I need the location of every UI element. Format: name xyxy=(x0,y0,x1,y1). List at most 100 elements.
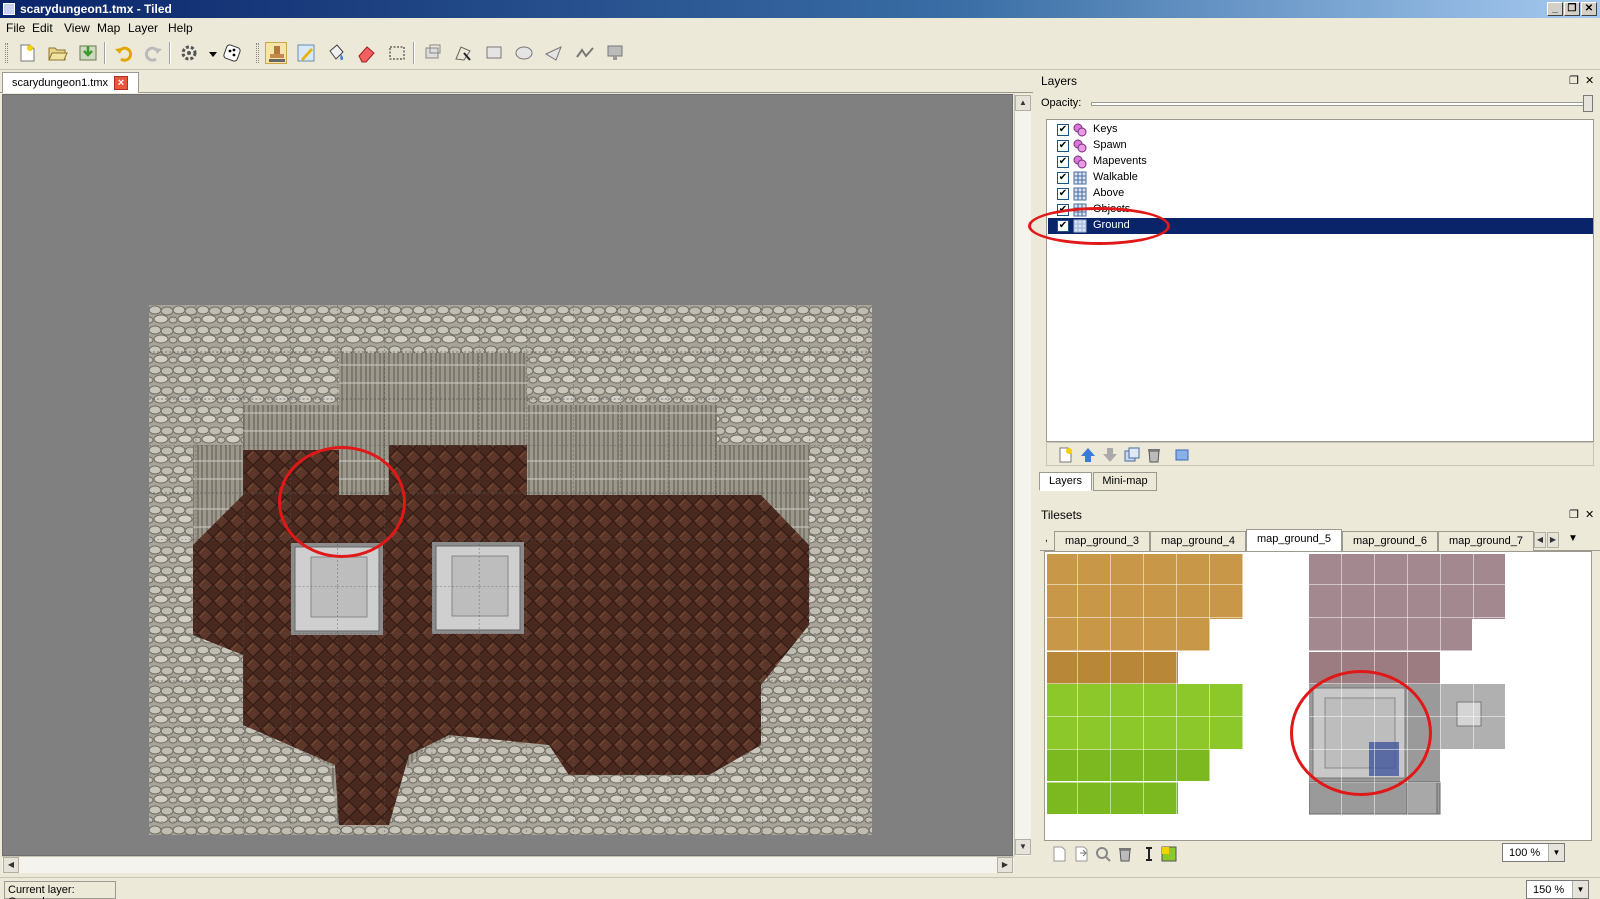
layer-visibility-checkbox[interactable]: ✔ xyxy=(1057,204,1069,216)
object-layer-icon xyxy=(1073,155,1087,169)
duplicate-layer-icon[interactable] xyxy=(1123,446,1141,464)
tab-scarydungeon1[interactable]: scarydungeon1.tmx × xyxy=(2,72,139,93)
tileset-toolbar: 100 % ▼ xyxy=(1044,843,1592,865)
select-objects-icon[interactable] xyxy=(422,42,444,64)
minimize-button[interactable]: _ xyxy=(1547,2,1563,16)
layer-row-mapevents[interactable]: ✔ Mapevents xyxy=(1048,154,1593,170)
new-icon[interactable] xyxy=(16,42,38,64)
commands-icon[interactable] xyxy=(180,42,202,64)
delete-tileset-icon[interactable] xyxy=(1116,845,1134,863)
map-vertical-scrollbar[interactable]: ▲ ▼ xyxy=(1014,94,1031,856)
rectangle-select-icon[interactable] xyxy=(386,42,408,64)
tileset-zoom-value: 100 % xyxy=(1509,847,1541,859)
layer-visibility-checkbox[interactable]: ✔ xyxy=(1057,140,1069,152)
tile-layer-icon xyxy=(1073,187,1087,201)
scroll-left-button[interactable]: ◀ xyxy=(3,857,19,873)
delete-layer-icon[interactable] xyxy=(1145,446,1163,464)
terrain-brush-icon[interactable] xyxy=(295,42,317,64)
tab-map-ground-3[interactable]: map_ground_3 xyxy=(1054,531,1150,551)
layer-visibility-checkbox[interactable]: ✔ xyxy=(1057,124,1069,136)
layer-row-ground[interactable]: ✔ Ground xyxy=(1048,218,1593,234)
layer-name: Above xyxy=(1093,187,1125,199)
object-layer-icon xyxy=(1073,139,1087,153)
scroll-right-button[interactable]: ▶ xyxy=(997,857,1013,873)
show-hide-other-layers-icon[interactable] xyxy=(1173,446,1191,464)
menu-view[interactable]: View xyxy=(64,21,90,35)
tab-list-dropdown-icon[interactable]: ▼ xyxy=(1568,533,1578,544)
raise-layer-icon[interactable] xyxy=(1079,446,1097,464)
tab-layers[interactable]: Layers xyxy=(1039,472,1092,491)
layer-row-spawn[interactable]: ✔ Spawn xyxy=(1048,138,1593,154)
layer-visibility-checkbox[interactable]: ✔ xyxy=(1057,220,1069,232)
layer-row-keys[interactable]: ✔ Keys xyxy=(1048,122,1593,138)
tab-mini-map[interactable]: Mini-map xyxy=(1093,472,1157,491)
close-tab-icon[interactable]: × xyxy=(114,76,128,90)
tab-map-ground-7[interactable]: map_ground_7 xyxy=(1438,531,1534,551)
layers-list[interactable]: ✔ Keys ✔ Spawn ✔ Mapevents ✔ Walkable ✔ … xyxy=(1046,119,1594,442)
float-panel-icon[interactable]: ❐ xyxy=(1569,508,1579,521)
main-toolbar xyxy=(0,37,1600,70)
tab-map-ground-5[interactable]: map_ground_5 xyxy=(1246,529,1342,551)
eraser-icon[interactable] xyxy=(355,42,377,64)
document-tab-bar: scarydungeon1.tmx × xyxy=(0,71,1033,93)
close-window-button[interactable]: ✕ xyxy=(1581,2,1597,16)
tab-scroll-right-button[interactable]: ▶ xyxy=(1547,532,1559,548)
insert-polygon-icon[interactable] xyxy=(543,42,565,64)
edit-terrain-icon[interactable] xyxy=(1140,845,1158,863)
opacity-slider-handle[interactable] xyxy=(1583,95,1593,112)
layer-row-objects[interactable]: ✔ Objects xyxy=(1048,202,1593,218)
tileset-image[interactable] xyxy=(1045,552,1592,841)
new-tileset-icon[interactable] xyxy=(1050,845,1068,863)
insert-tile-icon[interactable] xyxy=(604,42,626,64)
tileset-zoom-select[interactable]: 100 % ▼ xyxy=(1502,843,1565,862)
toolbar-grip xyxy=(256,43,259,63)
layer-visibility-checkbox[interactable]: ✔ xyxy=(1057,188,1069,200)
menu-map[interactable]: Map xyxy=(97,21,120,35)
title-bar: scarydungeon1.tmx - Tiled _ ❐ ✕ xyxy=(0,0,1600,18)
tab-label: scarydungeon1.tmx xyxy=(12,77,108,89)
add-layer-icon[interactable] xyxy=(1057,446,1075,464)
tab-map-ground-4[interactable]: map_ground_4 xyxy=(1150,531,1246,551)
layer-visibility-checkbox[interactable]: ✔ xyxy=(1057,172,1069,184)
insert-ellipse-icon[interactable] xyxy=(513,42,535,64)
layer-row-walkable[interactable]: ✔ Walkable xyxy=(1048,170,1593,186)
scroll-down-button[interactable]: ▼ xyxy=(1015,839,1031,855)
bucket-fill-icon[interactable] xyxy=(325,42,347,64)
random-mode-icon[interactable] xyxy=(221,42,243,64)
insert-rectangle-icon[interactable] xyxy=(483,42,505,64)
insert-polyline-icon[interactable] xyxy=(574,42,596,64)
object-layer-icon xyxy=(1073,123,1087,137)
commands-dropdown-icon[interactable] xyxy=(202,42,217,64)
scroll-up-button[interactable]: ▲ xyxy=(1015,95,1031,111)
close-panel-icon[interactable]: ✕ xyxy=(1585,74,1594,87)
import-tileset-icon[interactable] xyxy=(1072,845,1090,863)
menu-file[interactable]: File xyxy=(6,21,25,35)
close-panel-icon[interactable]: ✕ xyxy=(1585,508,1594,521)
tileset-properties-icon[interactable] xyxy=(1094,845,1112,863)
tab-map-ground-6[interactable]: map_ground_6 xyxy=(1342,531,1438,551)
tile-map[interactable] xyxy=(149,305,872,835)
stamp-brush-icon[interactable] xyxy=(265,42,287,64)
tab-scroll-left-button[interactable]: ◀ xyxy=(1534,532,1546,548)
edit-tileset-image-icon[interactable] xyxy=(1160,845,1178,863)
menu-help[interactable]: Help xyxy=(168,21,193,35)
save-icon[interactable] xyxy=(77,42,99,64)
layer-name: Walkable xyxy=(1093,171,1138,183)
layer-row-above[interactable]: ✔ Above xyxy=(1048,186,1593,202)
menu-edit[interactable]: Edit xyxy=(32,21,53,35)
lower-layer-icon[interactable] xyxy=(1101,446,1119,464)
maximize-button[interactable]: ❐ xyxy=(1564,2,1580,16)
edit-polygons-icon[interactable] xyxy=(452,42,474,64)
open-icon[interactable] xyxy=(46,42,68,64)
map-zoom-select[interactable]: 150 % ▼ xyxy=(1526,880,1589,899)
map-viewport[interactable] xyxy=(2,94,1013,856)
menu-layer[interactable]: Layer xyxy=(128,21,158,35)
layer-visibility-checkbox[interactable]: ✔ xyxy=(1057,156,1069,168)
layer-name: Mapevents xyxy=(1093,155,1147,167)
redo-icon[interactable] xyxy=(142,42,164,64)
opacity-slider[interactable] xyxy=(1091,102,1587,106)
map-horizontal-scrollbar[interactable]: ◀ ▶ xyxy=(2,856,1014,873)
float-panel-icon[interactable]: ❐ xyxy=(1569,74,1579,87)
tileset-view[interactable] xyxy=(1044,551,1592,841)
undo-icon[interactable] xyxy=(113,42,135,64)
